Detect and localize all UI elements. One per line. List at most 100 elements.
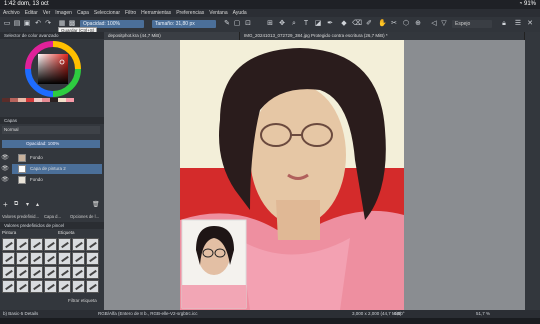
brush-preset[interactable] xyxy=(2,266,15,279)
layer-visibility-icon[interactable]: 👁︎ xyxy=(0,175,10,185)
brush-preset[interactable] xyxy=(44,252,57,265)
menu-editar[interactable]: Editar xyxy=(25,10,38,16)
move-icon[interactable]: ✥ xyxy=(278,20,286,28)
brush-preset[interactable] xyxy=(30,252,43,265)
mirror-field[interactable]: Espejo xyxy=(452,20,492,28)
text-tool-icon[interactable]: T xyxy=(302,20,310,28)
brush-preset[interactable] xyxy=(72,238,85,251)
current-brush[interactable]: b) Basic-5 Details xyxy=(3,310,38,318)
system-status-bar: 1:42 dom, 13 oct ◔ 91% xyxy=(0,0,540,9)
presets-tag-select[interactable]: Etiqueta xyxy=(58,230,75,235)
layer-name: Fondo xyxy=(30,177,43,182)
delete-layer-icon[interactable]: 🗑︎ xyxy=(92,201,100,208)
brush-preset[interactable] xyxy=(58,266,71,279)
eraser-icon[interactable]: ⌫ xyxy=(352,20,362,28)
brush-preset[interactable] xyxy=(86,280,99,293)
brush-preset[interactable] xyxy=(86,266,99,279)
brush-preset[interactable] xyxy=(2,238,15,251)
layer-row-selected[interactable]: Capa de pintura 2 xyxy=(12,164,102,174)
document-tab-1[interactable]: depositphot.kra (44,7 MiB) xyxy=(104,32,240,40)
shape-tool-icon[interactable]: ◪ xyxy=(314,20,322,28)
brush-preset[interactable] xyxy=(16,280,29,293)
brush-preset[interactable] xyxy=(86,252,99,265)
layer-opacity-slider[interactable]: Opacidad: 100% xyxy=(2,140,100,148)
brush-preset[interactable] xyxy=(44,280,57,293)
mirror-icon[interactable]: ◁ xyxy=(430,20,438,28)
menu-capa[interactable]: Capa xyxy=(77,10,89,16)
close-icon[interactable]: ✕ xyxy=(526,20,534,28)
undo-icon[interactable]: ↶ xyxy=(34,20,42,28)
add-layer-icon[interactable]: + xyxy=(3,200,8,209)
filter-tag-input[interactable]: Filtrar etiqueta xyxy=(68,298,97,303)
brush-preset[interactable] xyxy=(16,252,29,265)
brush-preset[interactable] xyxy=(30,280,43,293)
duplicate-layer-icon[interactable]: ⧉ xyxy=(14,201,18,208)
panel-toggle-icon[interactable]: ☰ xyxy=(514,20,522,28)
layer-row[interactable]: Fondo xyxy=(12,175,102,185)
fill-icon[interactable]: ◆ xyxy=(340,20,348,28)
menu-filtro[interactable]: Filtro xyxy=(125,10,136,16)
menu-ver[interactable]: Ver xyxy=(43,10,51,16)
menu-ayuda[interactable]: Ayuda xyxy=(233,10,247,16)
crop-icon[interactable]: ⊡ xyxy=(244,20,252,28)
brush-preset[interactable] xyxy=(58,252,71,265)
brush-preset[interactable] xyxy=(44,238,57,251)
brush-preset[interactable] xyxy=(30,238,43,251)
size-field[interactable]: Tamaño: 31,80 px xyxy=(152,20,216,28)
brush-preset[interactable] xyxy=(44,266,57,279)
brush-preset[interactable] xyxy=(72,252,85,265)
brush-preset[interactable] xyxy=(30,266,43,279)
redo-icon[interactable]: ↷ xyxy=(44,20,52,28)
layer-row[interactable]: Fondo xyxy=(12,153,102,163)
brush-preset[interactable] xyxy=(72,280,85,293)
rect-select-icon[interactable]: ▢ xyxy=(233,20,241,28)
brush-preset[interactable] xyxy=(72,266,85,279)
presets-filter-select[interactable]: Pintura xyxy=(2,230,16,235)
zoom-level[interactable]: 51,7 % xyxy=(476,310,490,318)
mirror-vertical-icon[interactable]: ▽ xyxy=(440,20,448,28)
brush-preset[interactable] xyxy=(2,280,15,293)
brush-preset[interactable] xyxy=(58,280,71,293)
menu-herramientas[interactable]: Herramientas xyxy=(141,10,171,16)
right-scroll-column[interactable] xyxy=(525,32,540,310)
move-layer-up-icon[interactable]: ▴ xyxy=(36,201,39,208)
document-tab-2[interactable]: IMG_20241013_072729_384.jpg Protegido co… xyxy=(240,32,525,40)
deform-icon[interactable]: ⬡ xyxy=(402,20,410,28)
docker-tab-layers[interactable]: Capa d... xyxy=(44,214,61,219)
brush-preset[interactable] xyxy=(86,238,99,251)
move-layer-down-icon[interactable]: ▾ xyxy=(26,201,29,208)
layer-name: Fondo xyxy=(30,155,43,160)
new-document-icon[interactable]: ▭ xyxy=(3,20,11,28)
brush-preset[interactable] xyxy=(2,252,15,265)
lasso-icon[interactable]: ✂ xyxy=(390,20,398,28)
save-icon[interactable]: ▣ xyxy=(23,20,31,28)
eyedropper-icon[interactable]: ✐ xyxy=(365,20,373,28)
docker-tab-options[interactable]: Opciones de l... xyxy=(70,214,99,219)
brush-preset-grid xyxy=(2,238,102,306)
lock-icon[interactable]: 🔒︎ xyxy=(500,20,508,28)
brush-preset[interactable] xyxy=(16,238,29,251)
brush-preset[interactable] xyxy=(58,238,71,251)
zoom-icon[interactable]: ⌕ xyxy=(290,20,298,28)
assistant-icon[interactable]: ⊕ xyxy=(414,20,422,28)
rotation-angle[interactable]: 0,00° xyxy=(394,310,405,318)
blend-mode-select[interactable]: Normal xyxy=(2,126,100,134)
left-docker-panel: Selector de color avanzado Capas Normal … xyxy=(0,32,105,324)
color-wheel[interactable] xyxy=(24,40,82,98)
menu-preferencias[interactable]: Preferencias xyxy=(176,10,204,16)
brush-stroke-icon xyxy=(89,269,97,277)
transform-icon[interactable]: ⊞ xyxy=(266,20,274,28)
layer-visibility-icon[interactable]: 👁︎ xyxy=(0,153,10,163)
brush-preset[interactable] xyxy=(16,266,29,279)
menu-seleccionar[interactable]: Seleccionar xyxy=(94,10,120,16)
menu-archivo[interactable]: Archivo xyxy=(3,10,20,16)
painting-canvas[interactable] xyxy=(180,40,404,310)
path-tool-icon[interactable]: ✒ xyxy=(326,20,334,28)
open-icon[interactable]: ▤ xyxy=(13,20,21,28)
menu-ventana[interactable]: Ventana xyxy=(209,10,227,16)
layer-visibility-icon[interactable]: 👁︎ xyxy=(0,164,10,174)
brush-tool-icon[interactable]: ✎ xyxy=(223,20,231,28)
docker-tab-presets[interactable]: Valores predefinid... xyxy=(2,214,39,219)
menu-imagen[interactable]: Imagen xyxy=(55,10,72,16)
smudge-icon[interactable]: ✋ xyxy=(378,20,387,28)
